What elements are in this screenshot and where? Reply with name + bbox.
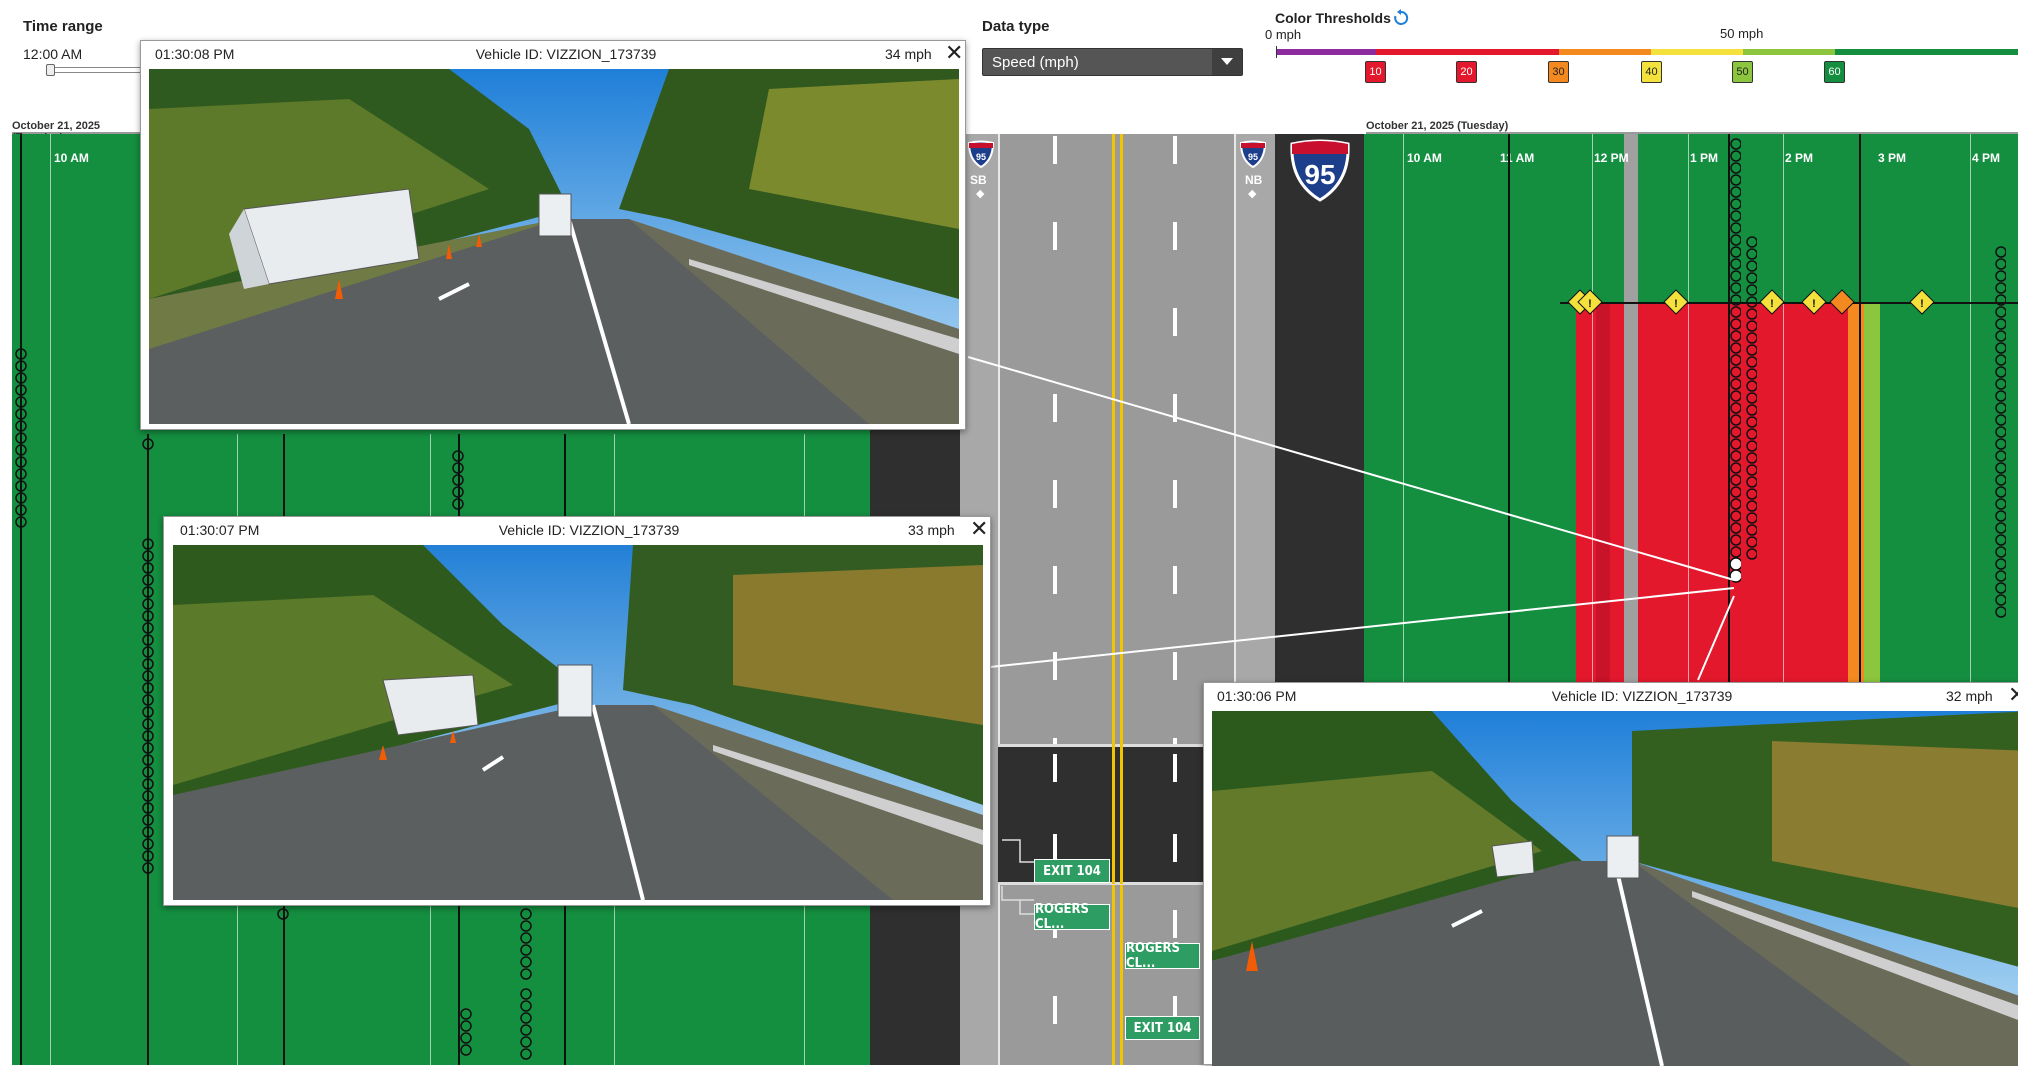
exit-sign-2[interactable]: ROGERS CL... [1034, 902, 1110, 932]
threshold-badge-20[interactable]: 20 [1456, 61, 1477, 83]
close-icon[interactable]: ✕ [970, 517, 988, 541]
incident-markers[interactable]: !!!!! [1550, 288, 2018, 318]
popup-2-vehicle-id: Vehicle ID: VIZZION_173739 [498, 522, 680, 538]
threshold-seg-yellow [1651, 49, 1743, 55]
nb-diamond-icon: ◆ [1248, 188, 1257, 200]
popup-1-vehicle-id: Vehicle ID: VIZZION_173739 [475, 46, 657, 62]
data-type-selected: Speed (mph) [992, 54, 1079, 71]
popup-1-speed: 34 mph [885, 46, 932, 62]
video-popup-3[interactable]: 01:30:06 PM Vehicle ID: VIZZION_173739 3… [1203, 682, 2018, 1066]
time-range-slider[interactable] [47, 67, 147, 73]
nb-label: NB [1245, 173, 1263, 187]
dashcam-frame-1 [149, 69, 959, 424]
svg-text:95: 95 [1304, 159, 1335, 190]
sb-label: SB [970, 173, 987, 187]
threshold-min-label: 0 mph [1265, 27, 1302, 42]
threshold-badge-40[interactable]: 40 [1641, 61, 1662, 83]
threshold-badge-50[interactable]: 50 [1732, 61, 1753, 83]
exit-sign-1[interactable]: EXIT 104 [1034, 859, 1110, 883]
right-tick-2pm: 2 PM [1785, 151, 1814, 165]
data-type-dropdown[interactable]: Speed (mph) [982, 48, 1243, 76]
color-thresholds-title: Color Thresholds [1275, 10, 1391, 26]
right-tick-4pm: 4 PM [1972, 151, 2001, 165]
video-popup-1[interactable]: 01:30:08 PM Vehicle ID: VIZZION_173739 3… [140, 40, 966, 430]
right-tick-11am: 11 AM [1500, 151, 1535, 165]
left-event-chain[interactable] [15, 348, 27, 528]
popup-3-speed: 32 mph [1946, 688, 1993, 704]
svg-text:!: ! [1812, 298, 1816, 310]
popup-3-time: 01:30:06 PM [1217, 688, 1297, 704]
right-tick-10am: 10 AM [1407, 151, 1442, 165]
threshold-seg-purple [1276, 49, 1376, 55]
exit-sign-3[interactable]: ROGERS CL... [1125, 941, 1200, 971]
popup-2-header: 01:30:07 PM Vehicle ID: VIZZION_173739 3… [164, 517, 990, 543]
sb-diamond-icon: ◆ [976, 188, 985, 200]
exit-sign-4[interactable]: EXIT 104 [1125, 1016, 1200, 1040]
interstate-shield-icon-nb: 95 [1239, 140, 1267, 168]
time-range-title: Time range [23, 18, 103, 35]
popup-1-header: 01:30:08 PM Vehicle ID: VIZZION_173739 3… [141, 41, 965, 67]
popup-3-header: 01:30:06 PM Vehicle ID: VIZZION_173739 3… [1204, 683, 2018, 709]
svg-text:!: ! [1588, 298, 1592, 310]
dashcam-frame-3 [1212, 711, 2018, 1066]
popup-2-time: 01:30:07 PM [180, 522, 260, 538]
time-range-handle[interactable] [46, 64, 55, 76]
reset-icon[interactable] [1392, 9, 1410, 32]
svg-text:!: ! [1920, 298, 1924, 310]
left-tick-10am: 10 AM [54, 151, 89, 165]
data-type-title: Data type [982, 18, 1050, 35]
threshold-badge-10[interactable]: 10 [1365, 61, 1386, 83]
i95-shield-icon: 95 [1290, 139, 1350, 202]
svg-text:!: ! [1674, 298, 1678, 310]
time-range-start-label: 12:00 AM [23, 46, 83, 62]
right-event-chain-1[interactable] [1729, 136, 1741, 596]
video-popup-2[interactable]: 01:30:07 PM Vehicle ID: VIZZION_173739 3… [163, 516, 991, 906]
right-tick-12pm: 12 PM [1594, 151, 1629, 165]
popup-3-vehicle-id: Vehicle ID: VIZZION_173739 [1551, 688, 1733, 704]
svg-text:95: 95 [1248, 152, 1258, 162]
threshold-seg-lightgreen [1743, 49, 1835, 55]
popup-2-speed: 33 mph [908, 522, 955, 538]
threshold-seg-red [1376, 49, 1559, 55]
dashcam-frame-2 [173, 545, 983, 900]
right-tick-1pm: 1 PM [1690, 151, 1719, 165]
svg-text:!: ! [1770, 298, 1774, 310]
threshold-mid-label: 50 mph [1720, 26, 1764, 41]
popup-1-time: 01:30:08 PM [155, 46, 235, 62]
interstate-shield-icon-sb: 95 [967, 140, 995, 168]
right-tick-3pm: 3 PM [1878, 151, 1907, 165]
threshold-badge-60[interactable]: 60 [1824, 61, 1845, 83]
threshold-seg-orange [1559, 49, 1651, 55]
close-icon[interactable]: ✕ [945, 41, 963, 65]
threshold-badge-30[interactable]: 30 [1548, 61, 1569, 83]
close-icon[interactable]: ✕ [2008, 683, 2018, 707]
chevron-down-icon [1212, 49, 1242, 75]
threshold-seg-green [1835, 49, 2018, 55]
svg-text:95: 95 [976, 152, 986, 162]
